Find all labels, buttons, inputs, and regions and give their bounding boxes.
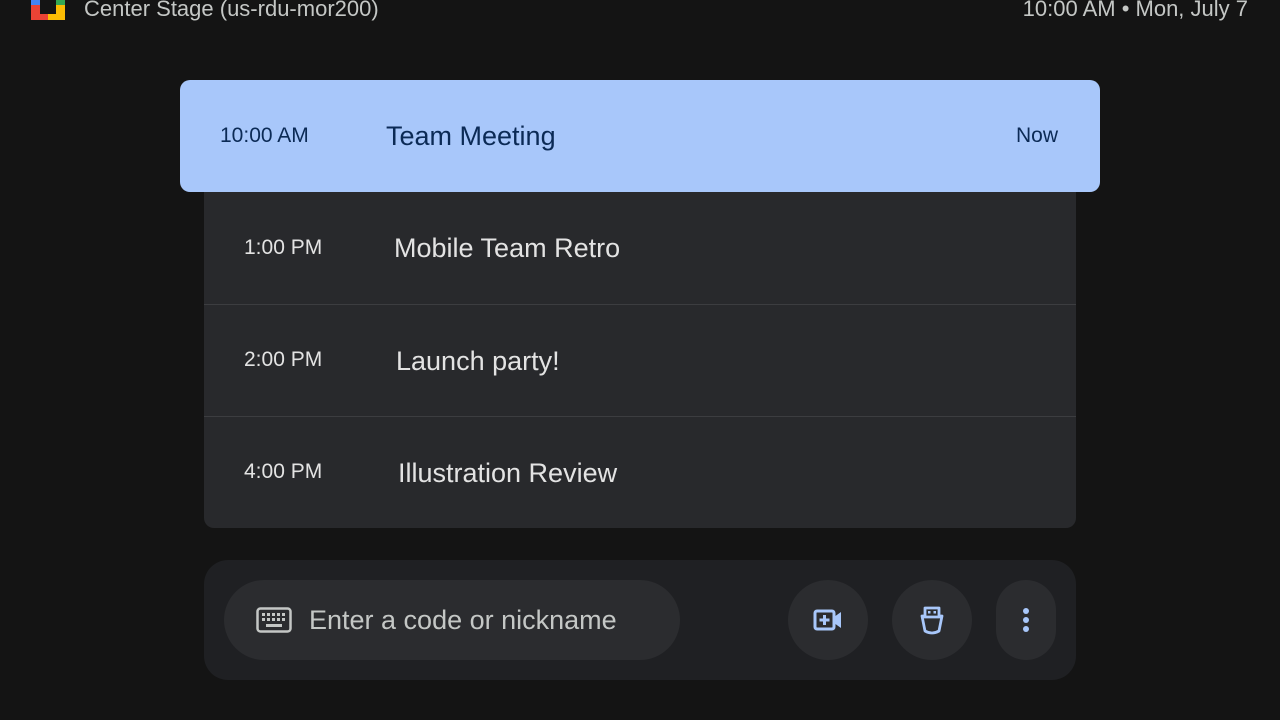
agenda-item-time: 4:00 PM: [244, 460, 323, 483]
agenda-item-time: 2:00 PM: [244, 348, 323, 371]
meet-room-home-screen: Center Stage (us-rdu-mor200) 10:00 AM • …: [0, 0, 1280, 720]
new-meeting-button[interactable]: [788, 580, 868, 660]
more-options-button[interactable]: [996, 580, 1056, 660]
room-name: Center Stage (us-rdu-mor200): [84, 0, 379, 21]
agenda-item-title: Illustration Review: [398, 458, 618, 488]
cast-dongle-icon: [920, 606, 944, 635]
cast-button[interactable]: [892, 580, 972, 660]
agenda-item-time: 1:00 PM: [244, 236, 323, 259]
video-add-icon: [813, 609, 841, 631]
bottom-action-bar: Enter a code or nickname: [204, 560, 1076, 680]
agenda-item[interactable]: 2:00 PM Launch party!: [204, 304, 1076, 417]
more-vert-icon: [1023, 608, 1029, 632]
google-meet-logo-icon: [31, 0, 65, 20]
agenda-list: 1:00 PM Mobile Team Retro 2:00 PM Launch…: [204, 150, 1076, 528]
meeting-code-input[interactable]: Enter a code or nickname: [224, 580, 680, 660]
current-meeting-status: Now: [1015, 124, 1058, 147]
meeting-code-placeholder: Enter a code or nickname: [309, 605, 617, 635]
keyboard-icon: [256, 607, 292, 633]
top-bar: Center Stage (us-rdu-mor200) 10:00 AM • …: [0, 0, 1280, 30]
date-time: 10:00 AM • Mon, July 7: [1022, 0, 1248, 21]
agenda-item-title: Launch party!: [396, 346, 560, 376]
agenda-item[interactable]: 4:00 PM Illustration Review: [204, 416, 1076, 529]
agenda-item-title: Mobile Team Retro: [394, 233, 621, 263]
current-meeting-time: 10:00 AM: [220, 124, 309, 147]
current-meeting-card[interactable]: 10:00 AM Team Meeting Now: [180, 80, 1100, 192]
current-meeting-title: Team Meeting: [386, 121, 556, 151]
agenda-item[interactable]: 1:00 PM Mobile Team Retro: [204, 192, 1076, 304]
